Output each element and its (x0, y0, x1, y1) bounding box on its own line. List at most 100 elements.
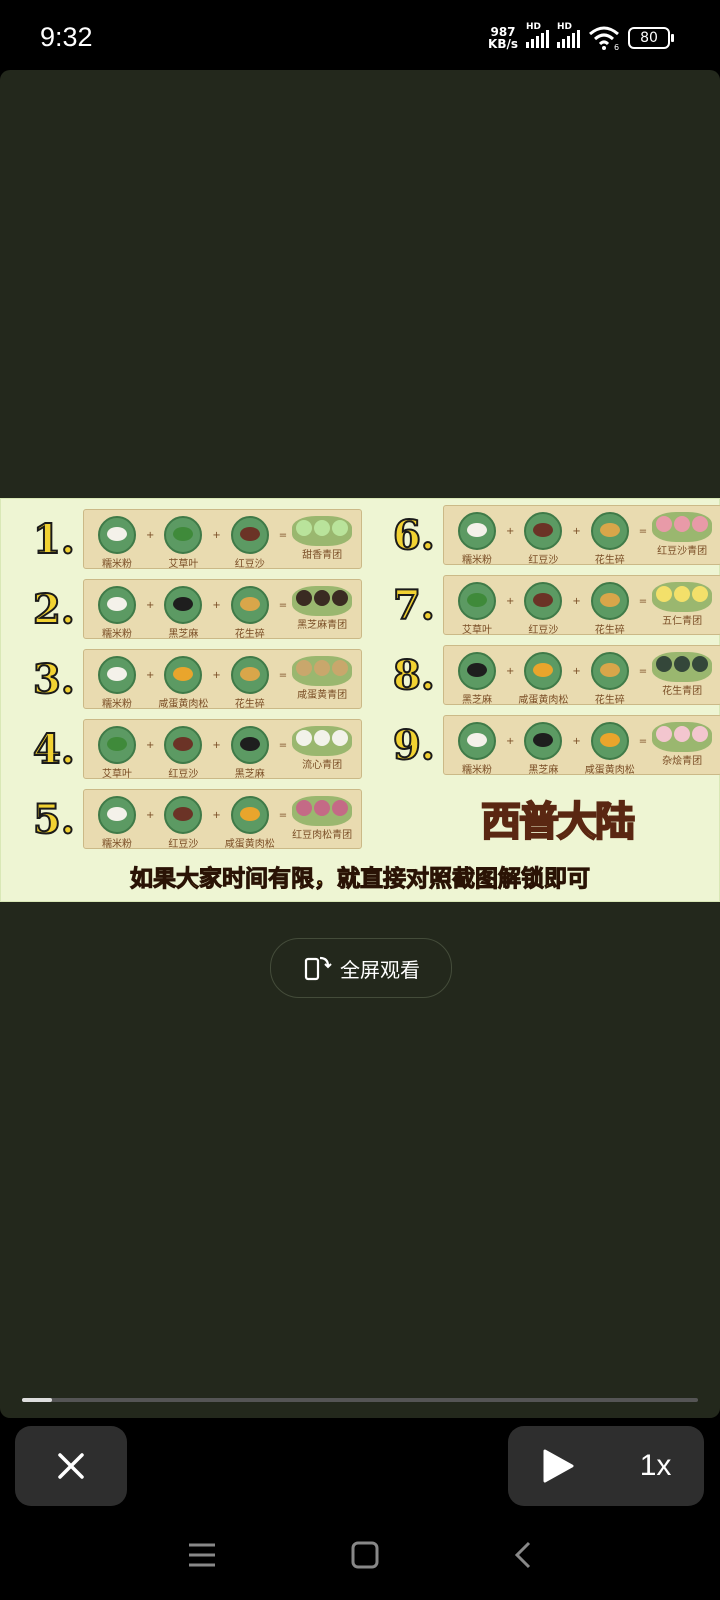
ingredient: 红豆沙 (518, 582, 568, 636)
result-label: 杂烩青团 (662, 756, 703, 767)
menu-icon[interactable] (187, 1542, 217, 1568)
recipe-row: 6. 糯米粉 + 红豆沙 + 花生碎 = 红豆沙青团 (392, 505, 720, 566)
result-label: 红豆沙青团 (657, 546, 708, 557)
progress-bar[interactable] (22, 1398, 698, 1402)
ingredient-label: 黑芝麻 (462, 695, 492, 706)
plus-sign: + (146, 670, 155, 681)
ingredient: 黑芝麻 (452, 652, 502, 706)
plus-sign: + (506, 736, 515, 747)
back-icon[interactable] (513, 1540, 533, 1570)
equals-sign: = (278, 670, 288, 681)
ingredient-label: 咸蛋黄肉松 (224, 839, 275, 850)
recipe-number: 6. (392, 511, 436, 560)
plus-sign: + (572, 526, 581, 537)
playback-controls: 1x (508, 1426, 704, 1506)
ingredient-icon (458, 722, 496, 760)
ingredient: 咸蛋黄肉松 (225, 796, 275, 850)
ingredient-label: 咸蛋黄肉松 (158, 699, 209, 710)
ingredient: 红豆沙 (225, 516, 275, 570)
ingredient-label: 花生碎 (594, 625, 625, 636)
clock: 9:32 (40, 22, 93, 52)
ingredient: 糯米粉 (452, 722, 502, 776)
ingredient: 咸蛋黄肉松 (585, 722, 635, 776)
result-label: 咸蛋黄青团 (297, 690, 348, 701)
ingredient: 黑芝麻 (225, 726, 275, 780)
plus-sign: + (146, 530, 155, 541)
network-speed: 987 KB/s (488, 26, 518, 50)
ingredient-icon (230, 586, 269, 624)
game-logo: 西普大陆 (480, 797, 636, 846)
ingredient: 花生碎 (585, 582, 635, 636)
ingredient-label: 黑芝麻 (234, 769, 265, 780)
recipe-result: 甜香青团 (291, 516, 353, 561)
plus-sign: + (506, 666, 515, 677)
ingredient-icon (230, 656, 269, 694)
plus-sign: + (146, 600, 155, 611)
equals-sign: = (278, 810, 288, 821)
result-label: 五仁青团 (662, 616, 703, 627)
fullscreen-button[interactable]: 全屏观看 (270, 938, 452, 998)
recipe-card: 糯米粉 + 红豆沙 + 咸蛋黄肉松 = 红豆肉松青团 (83, 789, 363, 850)
ingredient-label: 糯米粉 (102, 839, 132, 850)
equals-sign: = (638, 736, 648, 747)
playback-speed-button[interactable]: 1x (640, 1449, 672, 1483)
ingredient-label: 艾草叶 (102, 769, 132, 780)
ingredient-icon (230, 726, 269, 764)
fullscreen-label: 全屏观看 (340, 957, 420, 982)
ingredient: 花生碎 (585, 512, 635, 566)
recipe-row: 5. 糯米粉 + 红豆沙 + 咸蛋黄肉松 = 红豆肉松青团 (32, 789, 363, 850)
recipe-number: 5. (32, 795, 76, 844)
plus-sign: + (212, 740, 221, 751)
ingredient-label: 花生碎 (234, 629, 265, 640)
ingredient-icon (524, 652, 563, 690)
video-player[interactable]: 1. 糯米粉 + 艾草叶 + 红豆沙 = 甜香青团 2. 糯米粉 + 黑芝麻 + 花生碎 = 黑芝麻青团 3. 糯… (0, 70, 720, 1418)
qingtuan-plate-icon (292, 796, 353, 826)
status-icons: 987 KB/s HD HD 6 80 (488, 22, 674, 50)
hd-label: HD (526, 22, 542, 32)
ingredient-icon (164, 796, 203, 834)
ingredient-icon (524, 722, 563, 760)
ingredient: 红豆沙 (158, 726, 208, 780)
progress-fill (22, 1398, 53, 1402)
recipe-card: 糯米粉 + 红豆沙 + 花生碎 = 红豆沙青团 (443, 505, 720, 566)
recipe-card: 糯米粉 + 黑芝麻 + 咸蛋黄肉松 = 杂烩青团 (443, 715, 720, 776)
ingredient: 艾草叶 (92, 726, 142, 780)
ingredient-label: 咸蛋黄肉松 (584, 765, 635, 776)
video-frame: 1. 糯米粉 + 艾草叶 + 红豆沙 = 甜香青团 2. 糯米粉 + 黑芝麻 + 花生碎 = 黑芝麻青团 3. 糯… (0, 498, 720, 902)
qingtuan-plate-icon (652, 582, 713, 612)
plus-sign: + (212, 530, 221, 541)
home-icon[interactable] (351, 1541, 379, 1569)
plus-sign: + (212, 600, 221, 611)
signal-icon: HD (526, 22, 549, 48)
equals-sign: = (638, 666, 648, 677)
equals-sign: = (278, 530, 288, 541)
ingredient-label: 红豆沙 (234, 559, 265, 570)
recipe-card: 艾草叶 + 红豆沙 + 黑芝麻 = 流心青团 (83, 719, 363, 780)
ingredient-label: 红豆沙 (528, 625, 559, 636)
ingredient: 糯米粉 (452, 512, 502, 566)
equals-sign: = (638, 526, 648, 537)
qingtuan-plate-icon (652, 722, 713, 752)
ingredient-label: 咸蛋黄肉松 (518, 695, 569, 706)
hd-label-2: HD (557, 22, 573, 32)
qingtuan-plate-icon (652, 652, 713, 682)
ingredient-icon (458, 512, 496, 550)
equals-sign: = (638, 596, 648, 607)
recipe-number: 7. (392, 581, 436, 630)
recipe-number: 4. (32, 725, 76, 774)
ingredient: 糯米粉 (92, 586, 142, 640)
ingredient-icon (98, 656, 136, 694)
recipe-row: 4. 艾草叶 + 红豆沙 + 黑芝麻 = 流心青团 (32, 719, 363, 780)
ingredient-icon (590, 652, 629, 690)
close-icon (58, 1453, 84, 1479)
recipe-row: 3. 糯米粉 + 咸蛋黄肉松 + 花生碎 = 咸蛋黄青团 (32, 649, 363, 710)
ingredient: 花生碎 (225, 586, 275, 640)
ingredient: 红豆沙 (158, 796, 208, 850)
play-icon[interactable] (541, 1448, 575, 1484)
recipe-number: 2. (32, 585, 76, 634)
ingredient-icon (524, 582, 563, 620)
ingredient-label: 红豆沙 (528, 555, 559, 566)
close-button[interactable] (15, 1426, 127, 1506)
ingredient-label: 红豆沙 (168, 839, 199, 850)
ingredient: 花生碎 (585, 652, 635, 706)
